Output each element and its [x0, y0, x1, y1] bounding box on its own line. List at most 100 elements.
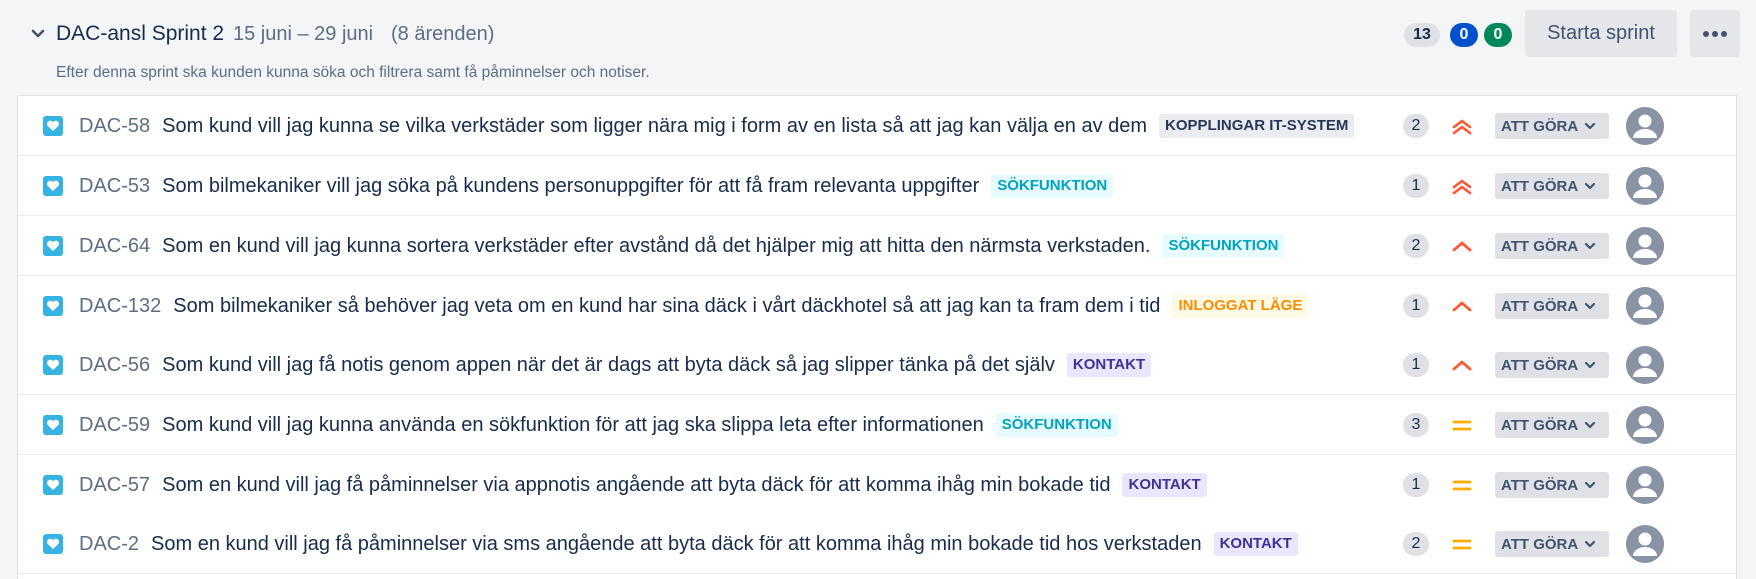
- assignee-avatar[interactable]: [1626, 525, 1664, 563]
- epic-label[interactable]: KOPPLINGAR IT-SYSTEM: [1159, 114, 1355, 138]
- chevron-down-icon[interactable]: [28, 24, 48, 44]
- issue-key[interactable]: DAC-53: [79, 175, 150, 198]
- default-avatar-icon: [1626, 287, 1664, 325]
- issue-key[interactable]: DAC-64: [79, 235, 150, 258]
- sprint-header: DAC-ansl Sprint 2 15 juni – 29 juni (8 ä…: [0, 0, 1756, 95]
- issue-key[interactable]: DAC-2: [79, 533, 139, 556]
- issue-text: DAC-56 Som kund vill jag få notis genom a…: [79, 335, 1399, 395]
- epic-label[interactable]: INLOGGAT LÄGE: [1172, 294, 1309, 318]
- assignee-avatar[interactable]: [1626, 227, 1664, 265]
- chevron-down-icon: [1585, 242, 1596, 250]
- status-dropdown[interactable]: ATT GÖRA: [1495, 293, 1609, 319]
- issue-summary[interactable]: Som bilmekaniker så behöver jag veta om …: [173, 295, 1160, 318]
- issue-text: DAC-53 Som bilmekaniker vill jag söka på …: [79, 156, 1399, 216]
- issue-text: DAC-2 Som en kund vill jag få påminnelser…: [79, 514, 1399, 574]
- status-label: ATT GÖRA: [1501, 117, 1579, 135]
- story-points-badge: 1: [1403, 174, 1429, 198]
- epic-label[interactable]: SÖKFUNKTION: [995, 413, 1118, 437]
- priority-medium-icon: [1452, 420, 1472, 431]
- chevron-down-icon: [1585, 302, 1596, 310]
- status-dropdown[interactable]: ATT GÖRA: [1495, 352, 1609, 378]
- assignee-avatar[interactable]: [1626, 107, 1664, 145]
- issue-summary[interactable]: Som en kund vill jag kunna sortera verks…: [162, 235, 1150, 258]
- default-avatar-icon: [1626, 406, 1664, 444]
- assignee-avatar[interactable]: [1626, 406, 1664, 444]
- issue-key[interactable]: DAC-56: [79, 354, 150, 377]
- todo-count-badge: 13: [1404, 23, 1440, 47]
- status-dropdown[interactable]: ATT GÖRA: [1495, 472, 1609, 498]
- more-actions-button[interactable]: [1690, 10, 1740, 57]
- issue-row[interactable]: DAC-59 Som kund vill jag kunna använda en…: [18, 395, 1736, 455]
- sprint-goal: Efter denna sprint ska kunden kunna söka…: [56, 64, 650, 81]
- story-points-badge: 3: [1403, 413, 1429, 437]
- start-sprint-button[interactable]: Starta sprint: [1525, 10, 1677, 57]
- story-points-badge: 1: [1403, 353, 1429, 377]
- issue-row[interactable]: DAC-2 Som en kund vill jag få påminnelser…: [18, 514, 1736, 574]
- issue-summary[interactable]: Som kund vill jag kunna se vilka verkstä…: [162, 115, 1147, 138]
- status-label: ATT GÖRA: [1501, 416, 1579, 434]
- epic-label[interactable]: SÖKFUNKTION: [991, 174, 1114, 198]
- status-label: ATT GÖRA: [1501, 237, 1579, 255]
- issue-row[interactable]: DAC-53 Som bilmekaniker vill jag söka på …: [18, 156, 1736, 216]
- status-dropdown[interactable]: ATT GÖRA: [1495, 412, 1609, 438]
- status-dropdown[interactable]: ATT GÖRA: [1495, 531, 1609, 557]
- issue-key[interactable]: DAC-59: [79, 414, 150, 437]
- sprint-title[interactable]: DAC-ansl Sprint 2: [56, 22, 224, 46]
- issue-text: DAC-132 Som bilmekaniker så behöver jag v…: [79, 276, 1399, 336]
- story-points-badge: 2: [1403, 114, 1429, 138]
- issue-row[interactable]: DAC-56 Som kund vill jag få notis genom a…: [18, 335, 1736, 395]
- chevron-down-icon: [1585, 361, 1596, 369]
- sprint-dates: 15 juni – 29 juni: [233, 23, 374, 45]
- story-icon: [43, 176, 63, 196]
- priority-highest-icon: [1452, 179, 1472, 195]
- issue-row[interactable]: DAC-64 Som en kund vill jag kunna sortera…: [18, 216, 1736, 276]
- issue-row[interactable]: DAC-132 Som bilmekaniker så behöver jag v…: [18, 276, 1736, 336]
- issue-summary[interactable]: Som bilmekaniker vill jag söka på kunden…: [162, 175, 979, 198]
- priority-highest-icon: [1452, 119, 1472, 135]
- epic-label[interactable]: KONTAKT: [1066, 353, 1152, 377]
- issue-row[interactable]: DAC-58 Som kund vill jag kunna se vilka v…: [18, 96, 1736, 156]
- done-count-badge: 0: [1484, 23, 1512, 47]
- assignee-avatar[interactable]: [1626, 346, 1664, 384]
- story-icon: [43, 296, 63, 316]
- priority-high-icon: [1452, 301, 1472, 312]
- issue-key[interactable]: DAC-132: [79, 295, 161, 318]
- default-avatar-icon: [1626, 346, 1664, 384]
- chevron-down-icon: [1585, 182, 1596, 190]
- story-icon: [43, 355, 63, 375]
- chevron-down-icon: [1585, 122, 1596, 130]
- priority-medium-icon: [1452, 480, 1472, 491]
- story-icon: [43, 236, 63, 256]
- assignee-avatar[interactable]: [1626, 167, 1664, 205]
- issue-summary[interactable]: Som kund vill jag få notis genom appen n…: [162, 354, 1055, 377]
- issue-summary[interactable]: Som kund vill jag kunna använda en sökfu…: [162, 414, 984, 437]
- default-avatar-icon: [1626, 466, 1664, 504]
- epic-label[interactable]: KONTAKT: [1122, 473, 1207, 497]
- chevron-down-icon: [1585, 481, 1596, 489]
- chevron-down-icon: [1585, 421, 1596, 429]
- issue-row[interactable]: DAC-57 Som en kund vill jag få påminnelse…: [18, 455, 1736, 515]
- issue-summary[interactable]: Som en kund vill jag få påminnelser via …: [151, 533, 1202, 556]
- assignee-avatar[interactable]: [1626, 287, 1664, 325]
- assignee-avatar[interactable]: [1626, 466, 1664, 504]
- story-points-badge: 1: [1403, 473, 1429, 497]
- default-avatar-icon: [1626, 525, 1664, 563]
- priority-high-icon: [1452, 360, 1472, 371]
- issue-key[interactable]: DAC-58: [79, 115, 150, 138]
- epic-label[interactable]: KONTAKT: [1213, 532, 1298, 556]
- status-dropdown[interactable]: ATT GÖRA: [1495, 173, 1609, 199]
- story-points-badge: 2: [1403, 532, 1429, 556]
- epic-label[interactable]: SÖKFUNKTION: [1162, 234, 1285, 258]
- status-label: ATT GÖRA: [1501, 297, 1579, 315]
- status-dropdown[interactable]: ATT GÖRA: [1495, 233, 1609, 259]
- status-label: ATT GÖRA: [1501, 476, 1579, 494]
- issue-list: DAC-58 Som kund vill jag kunna se vilka v…: [17, 95, 1737, 579]
- sprint-issue-count: (8 ärenden): [391, 23, 495, 45]
- issue-summary[interactable]: Som en kund vill jag få påminnelser via …: [162, 474, 1110, 497]
- issue-key[interactable]: DAC-57: [79, 474, 150, 497]
- status-label: ATT GÖRA: [1501, 177, 1579, 195]
- issue-text: DAC-59 Som kund vill jag kunna använda en…: [79, 395, 1399, 455]
- issue-text: DAC-64 Som en kund vill jag kunna sortera…: [79, 216, 1399, 276]
- status-dropdown[interactable]: ATT GÖRA: [1495, 113, 1609, 139]
- default-avatar-icon: [1626, 107, 1664, 145]
